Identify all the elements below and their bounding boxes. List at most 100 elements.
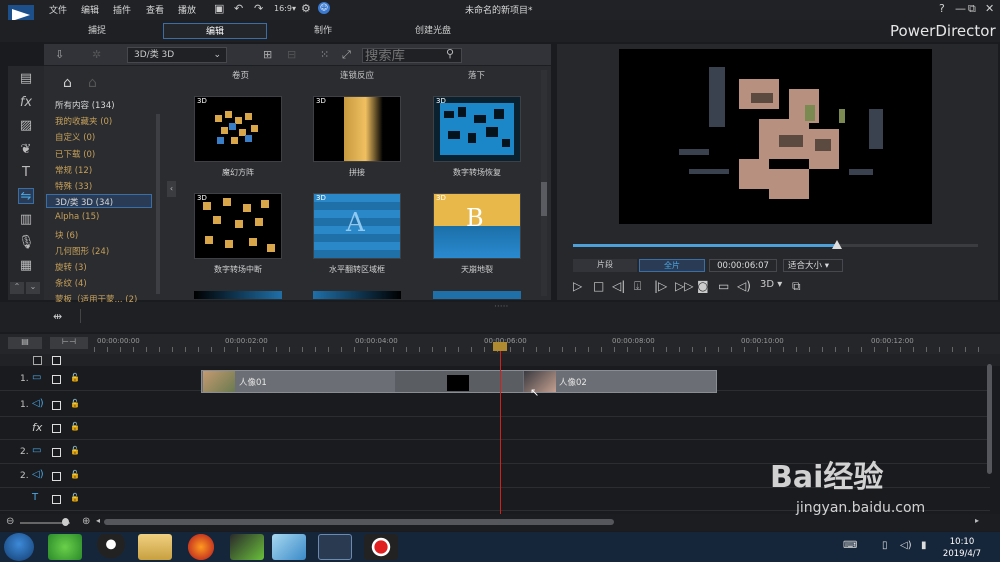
lock-icon[interactable]: 🔓 [70,470,80,479]
clip-thumbnail[interactable] [203,371,235,392]
lock-icon[interactable]: 🔓 [70,399,80,408]
movie-mode-button[interactable]: 全片 [639,259,705,272]
menu-view[interactable]: 查看 [146,3,164,16]
fit-timeline-icon[interactable]: ⇹ [53,310,62,323]
undo-icon[interactable]: ↶ [234,2,243,15]
menu-play[interactable]: 播放 [178,3,196,16]
category-item[interactable]: 常规 (12) [55,164,92,176]
preview-playhead[interactable] [832,240,842,249]
category-item[interactable]: 我的收藏夹 (0) [55,115,112,127]
transition-thumb-digital-break[interactable] [194,193,282,259]
camtasia-taskbar-icon[interactable] [230,534,264,560]
device-tray-icon[interactable]: ▯ [882,540,888,551]
category-item[interactable]: 自定义 (0) [55,131,95,143]
timeline-track[interactable] [0,417,990,440]
lock-icon[interactable]: 🔓 [70,446,80,455]
transition-thumb-magic-cube[interactable] [194,96,282,162]
account-icon[interactable]: ☺ [318,2,330,14]
split-marker-icon[interactable]: ⍗ [634,279,641,294]
qq-taskbar-icon[interactable] [94,534,128,560]
transition-thumb-partial[interactable] [194,291,282,299]
stop-icon[interactable]: □ [593,279,604,293]
voice-over-icon[interactable]: 🎙 [18,235,35,251]
redo-icon[interactable]: ↷ [254,2,263,15]
category-item[interactable]: 3D/类 3D (34) [55,196,113,208]
audio-mixing-icon[interactable]: ▥ [18,212,34,228]
3d-mode-dropdown[interactable]: 3D ▾ [760,279,782,290]
volume-icon[interactable]: ◁) [737,279,751,293]
rail-down-icon[interactable]: ⌄ [26,282,40,294]
scroll-right-icon[interactable]: ▸ [975,516,979,525]
transition-room-icon[interactable]: ⇋ [18,188,34,204]
import-icon[interactable]: ⇩ [55,48,64,61]
category-item[interactable]: 特殊 (33) [55,180,92,192]
tab-create-disc[interactable]: 创建光盘 [381,23,485,39]
track-enable-checkbox[interactable] [52,448,61,457]
transition-thumb-digital-restore[interactable] [433,96,521,162]
title-room-icon[interactable]: T [18,165,34,181]
track-enable-checkbox[interactable] [52,424,61,433]
category-item[interactable]: 条纹 (4) [55,277,87,289]
library-scrollbar-thumb[interactable] [541,182,547,216]
category-item[interactable]: 所有内容 (134) [55,99,115,111]
rail-up-icon[interactable]: ⌃ [10,282,24,294]
network-tray-icon[interactable]: ▮ [921,540,927,551]
collapse-panel-icon[interactable]: ‹ [167,181,176,197]
clip-mode-button[interactable]: 片段 [573,259,637,272]
particle-room-icon[interactable]: ❦ [18,142,34,158]
tab-capture[interactable]: 捕捉 [45,23,149,39]
volume-tray-icon[interactable]: ◁) [900,540,912,551]
track-enable-checkbox[interactable] [52,401,61,410]
aspect-ratio-icon[interactable]: 16:9▾ [274,4,296,13]
recorder-taskbar-icon[interactable] [364,534,398,560]
category-item[interactable]: 已下载 (0) [55,148,95,160]
media-room-icon[interactable]: ▤ [18,71,34,87]
fit-dropdown[interactable]: 适合大小 ▾ [783,259,843,272]
category-scrollbar[interactable] [156,114,160,294]
360-browser-taskbar-icon[interactable] [48,534,82,560]
track-enable-checkbox[interactable] [52,375,61,384]
track-enable-checkbox[interactable] [52,495,61,504]
file-explorer-taskbar-icon[interactable] [138,534,172,560]
select-all-tracks-checkbox[interactable] [33,356,42,365]
scroll-left-icon[interactable]: ◂ [96,516,100,525]
transition-thumb-partial[interactable] [313,291,401,299]
timeline-track[interactable] [0,394,990,417]
lock-icon[interactable]: 🔓 [70,493,80,502]
timeline-vscroll-thumb[interactable] [987,364,992,474]
tab-edit[interactable]: 编辑 [163,23,267,39]
timecode-display[interactable]: 00:00:06:07 [709,259,777,272]
powerdirector-taskbar-icon[interactable] [318,534,352,560]
expand-icon[interactable]: ⤢ [342,48,351,62]
favorite-tag-icon[interactable]: ⌂ [63,75,72,91]
lock-icon[interactable]: 🔓 [70,373,80,382]
zoom-slider-handle[interactable] [62,518,69,526]
keyboard-tray-icon[interactable]: ⌨ [843,540,857,551]
category-item[interactable]: 几何图形 (24) [55,245,109,257]
help-icon[interactable]: ? [939,2,945,15]
close-icon[interactable]: ✕ [985,2,994,15]
transition-clip-thumb[interactable] [447,375,469,391]
pip-room-icon[interactable]: ▨ [18,118,34,134]
previous-frame-icon[interactable]: ◁| [612,279,625,293]
transition-thumb-partial[interactable] [433,291,521,299]
timeline-cursor[interactable] [500,344,501,520]
settings-icon[interactable]: ⚙ [301,2,311,15]
timeline-view-icon[interactable]: ⊢⊣ [50,337,88,349]
save-icon[interactable]: ▣ [214,2,224,15]
next-frame-icon[interactable]: |▷ [654,279,667,293]
grid-view-icon[interactable]: ⁙ [320,48,329,61]
menu-plugins[interactable]: 插件 [113,3,131,16]
category-item[interactable]: 旋转 (3) [55,261,87,273]
subtitle-icon[interactable]: ▭ [718,279,729,293]
new-file-icon[interactable]: ⊞ [263,48,272,61]
timeline-hscroll-thumb[interactable] [104,519,614,525]
timeline-cursor-handle[interactable] [493,342,507,351]
menu-file[interactable]: 文件 [49,3,67,16]
clip-thumbnail[interactable] [524,371,556,392]
app-taskbar-icon[interactable] [272,534,306,560]
undock-icon[interactable]: ⧉ [792,279,801,294]
transition-thumb-splice[interactable] [313,96,401,162]
category-item[interactable]: Alpha (15) [55,212,99,222]
search-icon[interactable]: ⚲ [446,47,454,60]
